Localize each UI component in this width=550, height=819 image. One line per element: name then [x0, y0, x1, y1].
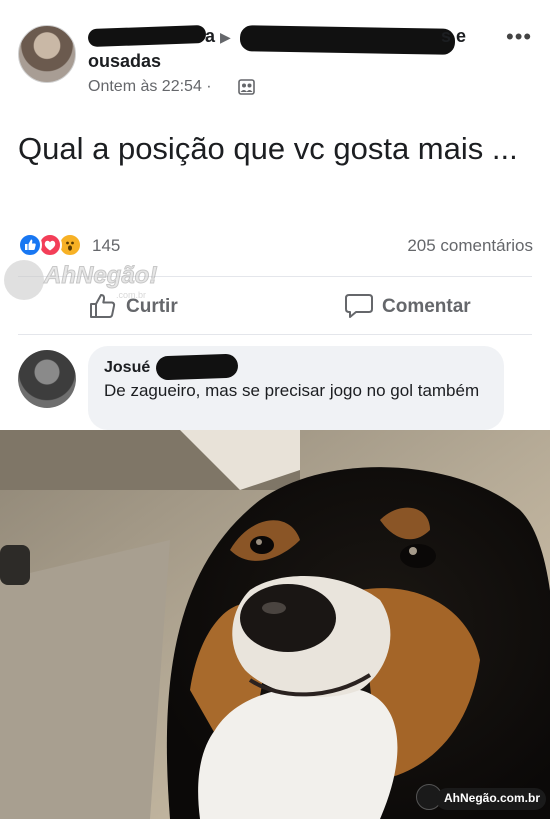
group-privacy-icon: [238, 79, 255, 95]
redaction-bar: [239, 25, 456, 55]
comment-bubble-icon: [345, 294, 373, 318]
comment-label: Comentar: [382, 296, 471, 317]
smiling-dog-image: [0, 430, 550, 819]
like-reaction-icon: [18, 233, 42, 257]
like-label: Curtir: [126, 296, 178, 317]
watermark-url: AhNegão.com.br: [444, 791, 541, 805]
post-text: Qual a posição que vc gosta mais ...: [18, 131, 518, 166]
post-header: ra ▶ s e ousadas Ontem às 22:54 · •••: [0, 0, 550, 110]
more-options-icon[interactable]: •••: [506, 26, 532, 48]
comment-item: Josué De zagueiro, mas se precisar jogo …: [0, 342, 550, 430]
watermark-face-icon: [4, 260, 44, 300]
comment-bubble: Josué De zagueiro, mas se precisar jogo …: [88, 346, 504, 430]
divider: [18, 334, 532, 335]
group-name-suffix[interactable]: s e: [441, 26, 466, 47]
reactions-summary[interactable]: 145 205 comentários: [18, 233, 533, 261]
comment-text: De zagueiro, mas se precisar jogo no gol…: [104, 381, 480, 400]
arrow-separator-icon: ▶: [220, 29, 231, 45]
divider: [18, 276, 532, 277]
reaction-count: 145: [92, 236, 121, 255]
author-avatar[interactable]: [18, 25, 76, 83]
bottom-watermark: AhNegão.com.br: [416, 784, 550, 814]
thumbs-up-icon: [90, 294, 116, 318]
commenter-avatar[interactable]: [18, 350, 76, 408]
post-timestamp[interactable]: Ontem às 22:54 ·: [88, 78, 212, 96]
attached-photo[interactable]: [0, 430, 550, 819]
comments-count-link[interactable]: 205 comentários: [407, 236, 533, 256]
group-name-line2[interactable]: ousadas: [88, 51, 161, 72]
redaction-bar: [155, 353, 239, 381]
commenter-name[interactable]: Josué: [104, 359, 150, 377]
